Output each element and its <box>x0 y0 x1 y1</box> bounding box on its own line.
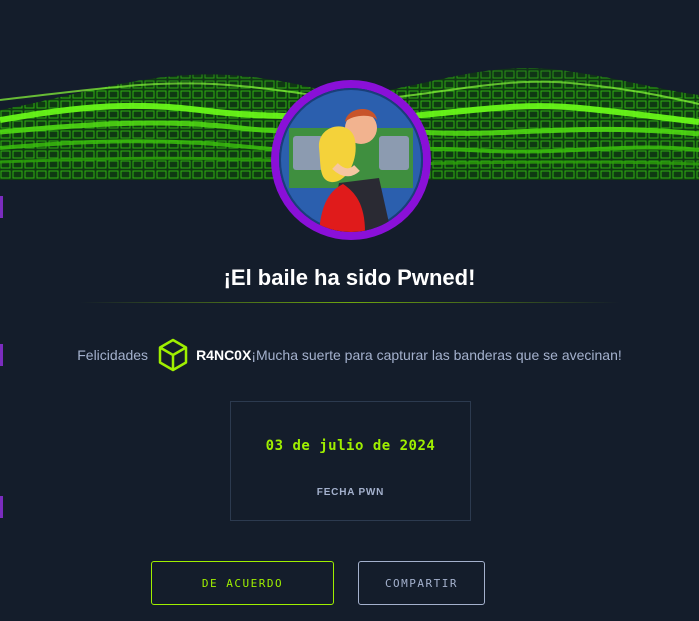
username-link[interactable]: R4NC0X <box>196 347 251 363</box>
title-divider <box>80 302 620 303</box>
pwn-date-label: FECHA PWN <box>316 487 385 498</box>
dancing-couple-avatar-icon <box>279 88 423 232</box>
agree-button[interactable]: DE ACUERDO <box>151 561 334 605</box>
page-title: ¡El baile ha sido Pwned! <box>223 265 476 290</box>
hexagon-cube-icon <box>158 338 188 372</box>
pwn-date-value: 03 de julio de 2024 <box>265 438 436 454</box>
share-button[interactable]: COMPARTIR <box>358 561 485 605</box>
congrats-prefix: Felicidades <box>77 347 149 363</box>
pwn-date-card: 03 de julio de 2024 FECHA PWN <box>230 401 471 521</box>
congrats-message: Felicidades R4NC0X ¡Mucha suerte para ca… <box>0 338 699 372</box>
machine-avatar <box>271 80 431 240</box>
side-marker <box>0 196 3 218</box>
side-marker <box>0 496 3 518</box>
congrats-suffix: ¡Mucha suerte para capturar las banderas… <box>251 347 622 363</box>
